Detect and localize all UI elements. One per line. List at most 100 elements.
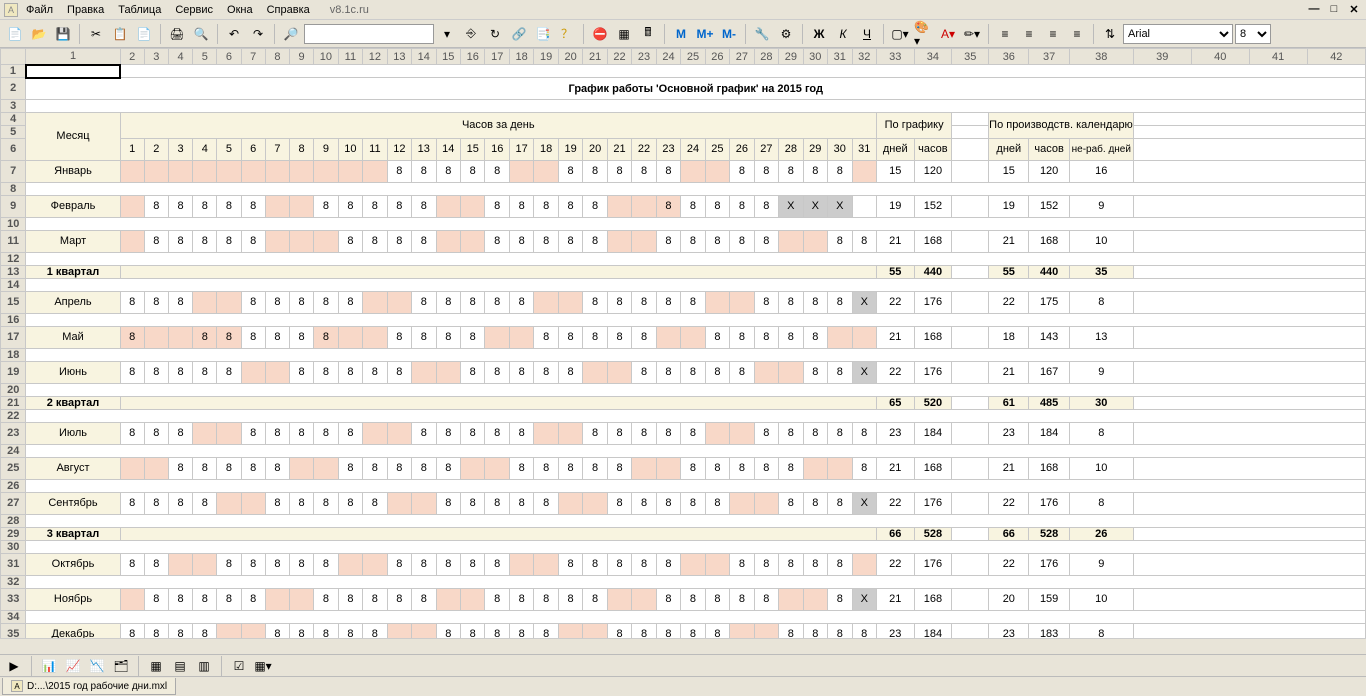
day-cell[interactable] — [120, 457, 144, 479]
day-cell[interactable]: 8 — [656, 195, 680, 217]
day-cell[interactable] — [289, 160, 313, 182]
scroll-horizontal[interactable] — [0, 638, 1366, 654]
prod-days[interactable]: 21 — [989, 230, 1029, 252]
row-header[interactable]: 21 — [1, 396, 26, 409]
day-cell[interactable] — [803, 230, 827, 252]
day-cell[interactable]: 8 — [338, 422, 362, 444]
hdr-day-18[interactable]: 18 — [534, 138, 558, 160]
row-header[interactable]: 6 — [1, 138, 26, 160]
day-cell[interactable]: 8 — [583, 457, 607, 479]
day-cell[interactable]: 8 — [779, 492, 803, 514]
day-cell[interactable]: 8 — [705, 361, 729, 383]
day-cell[interactable]: 8 — [681, 588, 705, 610]
prod-hours[interactable]: 143 — [1029, 326, 1069, 348]
day-cell[interactable]: 8 — [730, 553, 754, 575]
month-3[interactable]: Апрель — [26, 291, 120, 313]
day-cell[interactable]: 8 — [412, 160, 436, 182]
day-cell[interactable]: 8 — [681, 230, 705, 252]
day-cell[interactable] — [217, 160, 241, 182]
day-cell[interactable] — [852, 326, 876, 348]
refresh-icon[interactable]: ↻ — [484, 23, 506, 45]
hdr-sched-hours[interactable]: часов — [914, 138, 952, 160]
day-cell[interactable]: 8 — [730, 588, 754, 610]
day-cell[interactable] — [314, 457, 338, 479]
day-cell[interactable]: 8 — [120, 553, 144, 575]
day-cell[interactable] — [534, 291, 558, 313]
hdr-day-5[interactable]: 5 — [217, 138, 241, 160]
day-cell[interactable]: 8 — [217, 326, 241, 348]
day-cell[interactable]: X — [803, 195, 827, 217]
hdr-day-16[interactable]: 16 — [485, 138, 509, 160]
day-cell[interactable]: 8 — [656, 588, 680, 610]
sched-hours[interactable]: 152 — [914, 195, 952, 217]
day-cell[interactable]: 8 — [583, 588, 607, 610]
day-cell[interactable]: 8 — [705, 457, 729, 479]
corner-cell[interactable] — [1, 49, 26, 65]
day-cell[interactable]: 8 — [314, 623, 338, 638]
prod-days[interactable]: 21 — [989, 457, 1029, 479]
day-cell[interactable]: 8 — [803, 492, 827, 514]
prod-hours[interactable]: 175 — [1029, 291, 1069, 313]
day-cell[interactable]: 8 — [656, 553, 680, 575]
day-cell[interactable]: 8 — [193, 492, 217, 514]
day-cell[interactable] — [289, 195, 313, 217]
align-justify-icon[interactable]: ≡ — [1066, 23, 1088, 45]
day-cell[interactable]: 8 — [217, 230, 241, 252]
day-cell[interactable] — [852, 195, 876, 217]
row-header[interactable]: 5 — [1, 125, 26, 138]
day-cell[interactable] — [730, 623, 754, 638]
day-cell[interactable]: 8 — [754, 160, 778, 182]
day-cell[interactable]: 8 — [193, 195, 217, 217]
day-cell[interactable]: 8 — [193, 326, 217, 348]
hdr-day-23[interactable]: 23 — [656, 138, 680, 160]
day-cell[interactable]: 8 — [265, 422, 289, 444]
day-cell[interactable]: 8 — [656, 291, 680, 313]
sched-hours[interactable]: 184 — [914, 623, 952, 638]
nowork-days[interactable]: 10 — [1069, 588, 1133, 610]
day-cell[interactable] — [779, 588, 803, 610]
hdr-day-3[interactable]: 3 — [168, 138, 192, 160]
sched-days[interactable]: 22 — [876, 361, 914, 383]
day-cell[interactable] — [461, 457, 485, 479]
day-cell[interactable]: 8 — [583, 326, 607, 348]
hdr-day-25[interactable]: 25 — [705, 138, 729, 160]
hdr-day-31[interactable]: 31 — [852, 138, 876, 160]
day-cell[interactable]: 8 — [558, 326, 582, 348]
q-sched-days[interactable]: 66 — [876, 527, 914, 540]
day-cell[interactable]: 8 — [681, 422, 705, 444]
title-cell[interactable]: График работы 'Основной график' на 2015 … — [26, 78, 1366, 100]
nowork-days[interactable]: 9 — [1069, 195, 1133, 217]
day-cell[interactable] — [607, 195, 631, 217]
day-cell[interactable]: 8 — [338, 492, 362, 514]
day-cell[interactable]: 8 — [314, 291, 338, 313]
day-cell[interactable] — [828, 457, 852, 479]
prod-hours[interactable]: 168 — [1029, 457, 1069, 479]
day-cell[interactable]: 8 — [314, 361, 338, 383]
day-cell[interactable]: 8 — [803, 422, 827, 444]
day-cell[interactable] — [241, 623, 265, 638]
day-cell[interactable]: 8 — [314, 326, 338, 348]
day-cell[interactable]: 8 — [168, 492, 192, 514]
row-header[interactable]: 11 — [1, 230, 26, 252]
day-cell[interactable]: 8 — [730, 326, 754, 348]
day-cell[interactable]: 8 — [314, 588, 338, 610]
nowork-days[interactable]: 8 — [1069, 422, 1133, 444]
row-header[interactable]: 29 — [1, 527, 26, 540]
day-cell[interactable] — [314, 230, 338, 252]
hdr-prod-days[interactable]: дней — [989, 138, 1029, 160]
day-cell[interactable]: 8 — [730, 457, 754, 479]
day-cell[interactable]: 8 — [241, 457, 265, 479]
day-cell[interactable] — [852, 553, 876, 575]
day-cell[interactable]: 8 — [681, 457, 705, 479]
day-cell[interactable]: 8 — [363, 588, 387, 610]
day-cell[interactable]: 8 — [144, 588, 168, 610]
day-cell[interactable]: X — [828, 195, 852, 217]
day-cell[interactable]: 8 — [534, 457, 558, 479]
day-cell[interactable]: 8 — [485, 553, 509, 575]
day-cell[interactable]: 8 — [314, 553, 338, 575]
hdr-day-28[interactable]: 28 — [779, 138, 803, 160]
sb4-icon[interactable]: 🗂 — [111, 657, 131, 675]
prod-hours[interactable]: 176 — [1029, 553, 1069, 575]
day-cell[interactable] — [558, 291, 582, 313]
day-cell[interactable] — [583, 623, 607, 638]
